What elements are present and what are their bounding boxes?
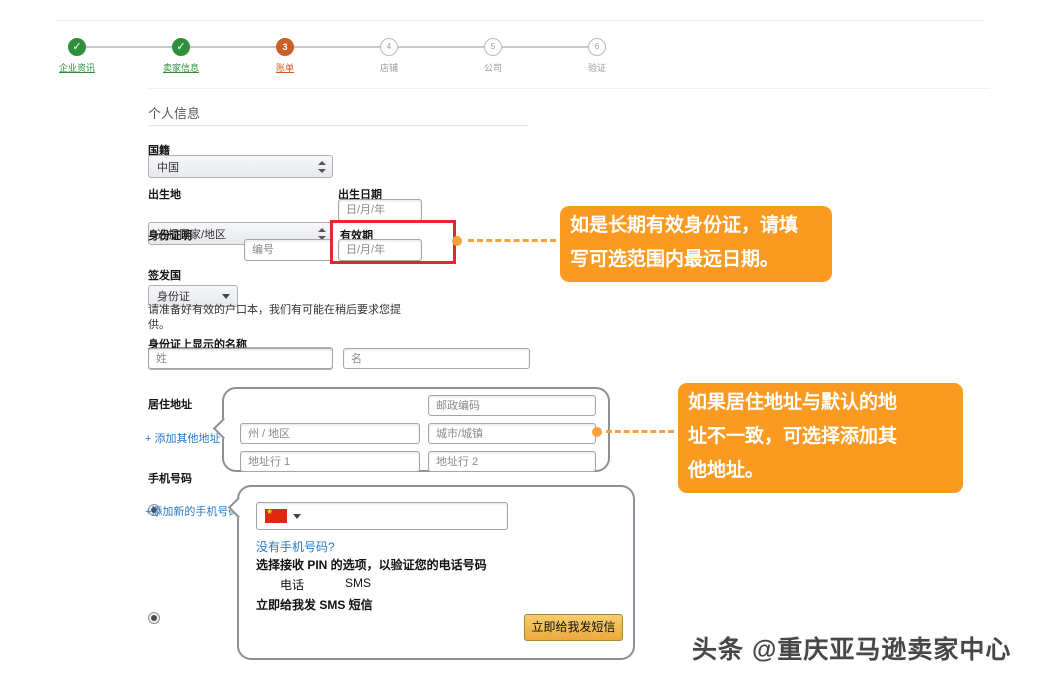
address-tip-line2: 址不一致，可选择添加其 bbox=[688, 420, 953, 454]
validity-tip-line1: 如是长期有效身份证，请填 bbox=[570, 209, 822, 243]
address-line2-input[interactable] bbox=[428, 451, 596, 472]
seller-registration-page: 3 4 5 6 企业资讯 卖家信息 账单 店铺 公司 验证 个人信息 国籍 中国… bbox=[0, 0, 1037, 682]
address-tip-line3: 他地址。 bbox=[688, 454, 953, 488]
step-label-company: 公司 bbox=[448, 61, 538, 74]
identity-number-input[interactable] bbox=[244, 239, 333, 261]
step6-circle: 6 bbox=[588, 38, 606, 56]
birthplace-label: 出生地 bbox=[148, 186, 181, 202]
household-register-note: 请准备好有效的户口本，我们有可能在稍后要求您提供。 bbox=[148, 303, 406, 333]
china-flag-icon bbox=[265, 509, 287, 523]
identity-label: 身份证明 bbox=[148, 227, 192, 243]
address-line1-input[interactable] bbox=[240, 451, 420, 472]
send-sms-button[interactable]: 立即给我发短信 bbox=[524, 614, 623, 641]
phone-radio-label[interactable]: 电话 bbox=[280, 576, 304, 593]
annotation-dot bbox=[592, 427, 602, 437]
step3-circle[interactable]: 3 bbox=[276, 38, 294, 56]
stepper-connector-line bbox=[77, 46, 597, 48]
issuing-country-label: 签发国 bbox=[148, 267, 181, 283]
city-town-input[interactable] bbox=[428, 423, 596, 444]
step1-check-icon[interactable] bbox=[68, 38, 86, 56]
select-caret-icon bbox=[222, 294, 230, 299]
birthdate-input[interactable] bbox=[338, 199, 422, 221]
no-mobile-link[interactable]: 没有手机号码? bbox=[256, 538, 335, 555]
content-top-divider bbox=[148, 88, 990, 89]
mobile-number-radio[interactable] bbox=[148, 612, 160, 624]
phone-number-input[interactable] bbox=[256, 502, 508, 530]
flag-dropdown-caret-icon[interactable] bbox=[293, 514, 301, 519]
step5-circle: 5 bbox=[484, 38, 502, 56]
nationality-select[interactable]: 中国 bbox=[148, 155, 333, 178]
step-label-billing[interactable]: 账单 bbox=[240, 61, 330, 74]
mobile-number-label: 手机号码 bbox=[148, 470, 192, 486]
add-address-link[interactable]: + 添加其他地址 bbox=[145, 430, 220, 446]
annotation-dot bbox=[452, 236, 462, 246]
section-divider bbox=[148, 125, 528, 126]
step-label-verification: 验证 bbox=[552, 61, 642, 74]
select-caret-icon bbox=[317, 228, 325, 240]
last-name-input[interactable] bbox=[148, 348, 333, 369]
step-label-business-info[interactable]: 企业资讯 bbox=[32, 61, 122, 74]
validity-tip-callout: 如是长期有效身份证，请填 写可选范围内最远日期。 bbox=[560, 206, 832, 282]
step2-check-icon[interactable] bbox=[172, 38, 190, 56]
pin-option-label: 选择接收 PIN 的选项，以验证您的电话号码 bbox=[256, 556, 487, 573]
state-region-input[interactable] bbox=[240, 423, 420, 444]
residential-address-label: 居住地址 bbox=[148, 396, 192, 412]
select-caret-icon bbox=[317, 161, 325, 173]
sms-radio-label[interactable]: SMS bbox=[345, 576, 371, 590]
postal-code-input[interactable] bbox=[428, 395, 596, 416]
sms-now-label: 立即给我发 SMS 短信 bbox=[256, 596, 373, 613]
validity-tip-line2: 写可选范围内最远日期。 bbox=[570, 243, 822, 277]
section-title: 个人信息 bbox=[148, 103, 200, 122]
top-divider bbox=[55, 20, 985, 21]
validity-highlight-box bbox=[330, 220, 456, 264]
nationality-select-value: 中国 bbox=[157, 159, 179, 175]
step-label-seller-info[interactable]: 卖家信息 bbox=[136, 61, 226, 74]
add-mobile-link[interactable]: +添加新的手机号码 bbox=[145, 503, 239, 519]
first-name-input[interactable] bbox=[343, 348, 530, 369]
identity-type-value: 身份证 bbox=[157, 288, 190, 304]
address-tip-line1: 如果居住地址与默认的地 bbox=[688, 386, 953, 420]
annotation-dashed-line bbox=[606, 430, 674, 433]
address-tip-callout: 如果居住地址与默认的地 址不一致，可选择添加其 他地址。 bbox=[678, 383, 963, 493]
step4-circle: 4 bbox=[380, 38, 398, 56]
step-label-store: 店铺 bbox=[344, 61, 434, 74]
annotation-dashed-line bbox=[468, 239, 556, 242]
watermark-text: 头条 @重庆亚马逊卖家中心 bbox=[692, 630, 1011, 666]
